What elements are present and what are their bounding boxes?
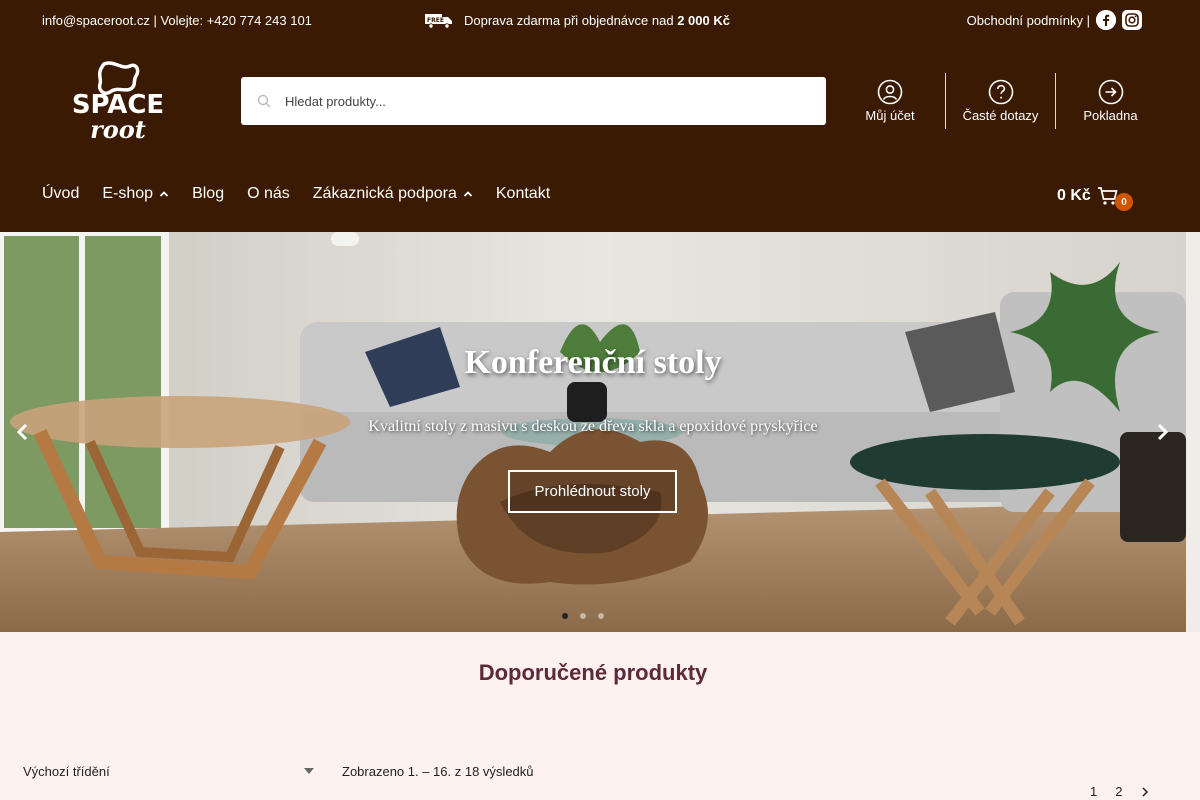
cart-count-badge: 0	[1115, 193, 1133, 211]
shipping-amount: 2 000 Kč	[677, 12, 730, 28]
checkout-label: Pokladna	[1083, 108, 1138, 123]
sort-select-value: Výchozí třídění	[23, 763, 110, 779]
slider-dot[interactable]	[598, 613, 604, 619]
logo-root-text: root	[90, 115, 146, 142]
nav-item-about[interactable]: O nás	[247, 185, 290, 203]
nav-item-home[interactable]: Úvod	[42, 185, 79, 203]
truck-badge-text: FREE	[427, 17, 444, 24]
arrow-right-circle-icon	[1098, 79, 1123, 105]
shipping-text: Doprava zdarma při objednávce nad 2 000 …	[464, 12, 730, 28]
page-link-1[interactable]: 1	[1090, 784, 1097, 799]
prev-slide-arrow-icon[interactable]	[13, 422, 33, 442]
hero-title: Konferenční stoly	[464, 344, 722, 381]
question-circle-icon	[988, 79, 1013, 105]
faq-label: Časté dotazy	[962, 108, 1039, 123]
search-bar[interactable]	[241, 77, 826, 125]
checkout-link[interactable]: Pokladna	[1055, 73, 1165, 129]
facebook-icon[interactable]	[1096, 10, 1116, 30]
nav-item-label: Kontakt	[495, 185, 551, 202]
nav-item-label: Úvod	[42, 185, 80, 202]
hero-subtitle: Kvalitní stoly z masivu s deskou ze dřev…	[368, 418, 818, 435]
search-icon	[257, 94, 271, 108]
nav-item-label: E-shop	[102, 185, 154, 202]
search-input[interactable]	[285, 93, 765, 109]
results-count: Zobrazeno 1. – 16. z 18 výsledků	[342, 764, 534, 779]
nav-item-label: Blog	[192, 185, 225, 202]
chevron-right-icon[interactable]	[1140, 786, 1150, 798]
cart-button[interactable]: 0 Kč	[1057, 185, 1119, 207]
browse-tables-button[interactable]: Prohlédnout stoly	[508, 470, 677, 513]
account-links: Můj účet Časté dotazy Pokladna	[835, 73, 1165, 129]
user-circle-icon	[877, 79, 903, 105]
nav-item-blog[interactable]: Blog	[192, 185, 224, 203]
sort-select[interactable]: Výchozí třídění	[23, 760, 318, 782]
cart-total: 0 Kč	[1057, 187, 1091, 204]
nav-item-contact[interactable]: Kontakt	[496, 185, 550, 203]
site-logo[interactable]: SPACE root	[52, 60, 184, 144]
slider-dot[interactable]	[580, 613, 586, 619]
next-slide-arrow-icon[interactable]	[1152, 422, 1172, 442]
hero-slider: Konferenční stoly Kvalitní stoly z masiv…	[0, 232, 1186, 632]
top-right: Obchodní podmínky |	[967, 10, 1142, 30]
instagram-icon[interactable]	[1122, 10, 1142, 30]
my-account-label: Můj účet	[865, 108, 915, 123]
free-shipping-notice: FREE Doprava zdarma při objednávce nad 2…	[424, 11, 730, 29]
scrollbar[interactable]	[1186, 232, 1200, 632]
main-nav: Úvod E-shop Blog O nás Zákaznická podpor…	[42, 185, 550, 203]
nav-item-label: Zákaznická podpora	[312, 185, 457, 202]
faq-link[interactable]: Časté dotazy	[945, 73, 1055, 129]
featured-products-title: Doporučené produkty	[478, 660, 708, 685]
pagination: 1 2	[1090, 784, 1150, 799]
top-bar: info@spaceroot.cz | Volejte: +420 774 24…	[0, 0, 1200, 40]
terms-link[interactable]: Obchodní podmínky |	[967, 13, 1090, 28]
nav-item-label: O nás	[247, 185, 290, 202]
contact-info[interactable]: info@spaceroot.cz | Volejte: +420 774 24…	[42, 13, 312, 28]
truck-icon: FREE	[424, 11, 454, 29]
slider-dot[interactable]	[562, 613, 568, 619]
my-account-link[interactable]: Můj účet	[835, 73, 945, 129]
site-header: info@spaceroot.cz | Volejte: +420 774 24…	[0, 0, 1200, 232]
chevron-up-icon	[463, 191, 473, 197]
slider-dots	[562, 613, 604, 619]
chevron-up-icon	[159, 191, 169, 197]
page-link-2[interactable]: 2	[1115, 784, 1122, 799]
chevron-down-icon	[304, 768, 314, 774]
nav-item-support[interactable]: Zákaznická podpora	[313, 185, 473, 203]
nav-item-eshop[interactable]: E-shop	[102, 185, 169, 203]
